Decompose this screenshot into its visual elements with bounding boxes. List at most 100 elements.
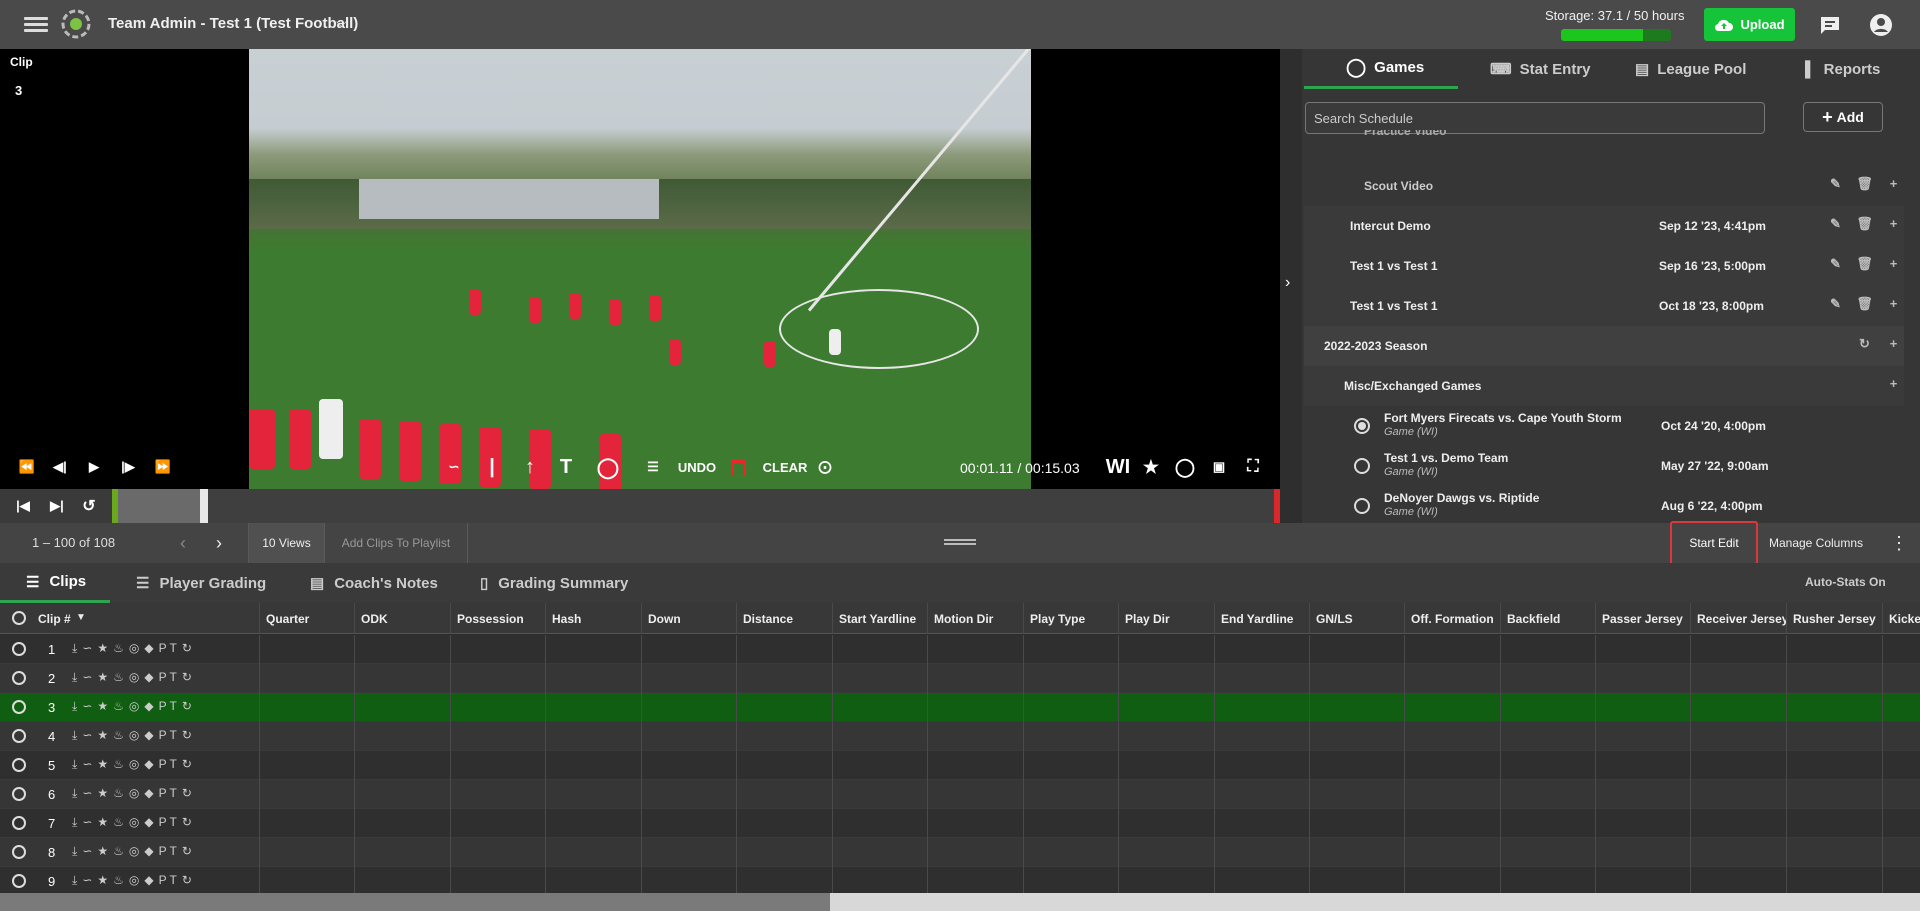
grid-cell[interactable] xyxy=(1404,635,1500,664)
star-icon[interactable]: ★ xyxy=(97,786,108,801)
grid-cell[interactable] xyxy=(1500,664,1595,693)
grid-cell[interactable] xyxy=(1309,780,1404,809)
grid-cell[interactable] xyxy=(450,809,545,838)
grid-cell[interactable] xyxy=(641,809,736,838)
grid-cell[interactable] xyxy=(545,867,641,893)
grid-cell[interactable] xyxy=(641,693,736,722)
prev-page-icon[interactable]: ‹ xyxy=(168,523,198,563)
grid-cell[interactable] xyxy=(1500,867,1595,893)
grid-cell[interactable] xyxy=(259,635,354,664)
grid-cell[interactable] xyxy=(1118,635,1214,664)
grid-cell[interactable] xyxy=(641,780,736,809)
grid-cell[interactable] xyxy=(1500,751,1595,780)
grid-cell[interactable] xyxy=(450,867,545,893)
grid-cell[interactable] xyxy=(1214,838,1309,867)
game-radio[interactable] xyxy=(1354,458,1370,474)
grid-cell[interactable] xyxy=(259,780,354,809)
timeline-window[interactable] xyxy=(118,489,200,523)
exchanged-game-row[interactable]: Fort Myers Firecats vs. Cape Youth Storm… xyxy=(1304,406,1904,446)
grid-cell[interactable] xyxy=(832,809,927,838)
star-icon[interactable]: ★ xyxy=(1138,449,1164,485)
grid-cell[interactable] xyxy=(832,693,927,722)
download-icon[interactable]: ⤓ xyxy=(72,670,77,685)
star-icon[interactable]: ★ xyxy=(97,757,108,772)
grid-cell[interactable] xyxy=(1023,809,1118,838)
grid-cell[interactable] xyxy=(1309,635,1404,664)
flame-icon[interactable]: ♨ xyxy=(113,844,124,859)
tab-reports[interactable]: ▌ Reports xyxy=(1805,49,1920,89)
grid-cell[interactable] xyxy=(545,693,641,722)
manage-columns-button[interactable]: Manage Columns xyxy=(1756,523,1876,563)
row-radio[interactable] xyxy=(12,758,26,772)
grid-cell[interactable] xyxy=(641,664,736,693)
grid-cell[interactable] xyxy=(1595,838,1690,867)
auto-stats-toggle[interactable]: Auto-Stats On xyxy=(1805,575,1886,589)
row-radio[interactable] xyxy=(12,700,26,714)
grid-cell[interactable] xyxy=(1214,867,1309,893)
column-header[interactable]: GN/LS xyxy=(1309,603,1404,634)
panel-toggle[interactable]: › xyxy=(1280,49,1302,523)
grid-cell[interactable] xyxy=(832,867,927,893)
grid-cell[interactable] xyxy=(1786,867,1882,893)
grid-cell[interactable] xyxy=(832,838,927,867)
hide-icon[interactable]: ◎ xyxy=(129,728,139,743)
schedule-row-game[interactable]: Test 1 vs Test 1 Sep 16 '23, 5:00pm ✎ 🗑 … xyxy=(1304,246,1904,286)
grid-cell[interactable] xyxy=(641,838,736,867)
add-game-button[interactable]: + Add xyxy=(1803,102,1883,132)
plus-icon[interactable]: + xyxy=(1883,336,1904,356)
grid-cell[interactable] xyxy=(927,693,1023,722)
grid-cell[interactable] xyxy=(1118,664,1214,693)
download-icon[interactable]: ⤓ xyxy=(72,815,77,830)
trim-icon[interactable]: ∽ xyxy=(82,670,92,685)
wi-button[interactable]: WI xyxy=(1100,449,1136,485)
grid-cell[interactable] xyxy=(927,809,1023,838)
download-icon[interactable]: ⤓ xyxy=(72,844,77,859)
grid-cell[interactable] xyxy=(1023,838,1118,867)
table-row[interactable]: 1 ⤓ ∽ ★ ♨ ◎ ◆ P T ↻ xyxy=(0,635,1920,664)
hide-icon[interactable]: ◎ xyxy=(129,699,139,714)
select-all-radio[interactable] xyxy=(12,611,26,625)
pt-label[interactable]: P T xyxy=(159,641,177,656)
grid-cell[interactable] xyxy=(736,751,832,780)
row-radio[interactable] xyxy=(12,671,26,685)
resize-handle[interactable] xyxy=(944,539,976,545)
grid-cell[interactable] xyxy=(1118,722,1214,751)
grid-cell[interactable] xyxy=(1404,867,1500,893)
hide-icon[interactable]: ◎ xyxy=(129,757,139,772)
tag-icon[interactable]: ◆ xyxy=(144,728,153,743)
row-radio[interactable] xyxy=(12,816,26,830)
grid-cell[interactable] xyxy=(1023,867,1118,893)
messages-icon[interactable] xyxy=(1817,12,1843,38)
star-icon[interactable]: ★ xyxy=(97,873,108,888)
grid-cell[interactable] xyxy=(1500,809,1595,838)
grid-cell[interactable] xyxy=(1118,809,1214,838)
chevron-down-icon[interactable]: ⌵ xyxy=(336,14,347,31)
pt-label[interactable]: P T xyxy=(159,728,177,743)
skip-end-icon[interactable]: ▶| xyxy=(46,489,68,523)
timeline-track[interactable] xyxy=(112,489,1280,523)
team-title[interactable]: Team Admin - Test 1 (Test Football) xyxy=(108,15,358,32)
grid-cell[interactable] xyxy=(1023,635,1118,664)
trim-icon[interactable]: ∽ xyxy=(82,699,92,714)
grid-cell[interactable] xyxy=(832,635,927,664)
trash-icon[interactable]: 🗑 xyxy=(1854,216,1875,236)
grid-cell[interactable] xyxy=(450,693,545,722)
grid-cell[interactable] xyxy=(736,809,832,838)
grid-cell[interactable] xyxy=(1595,751,1690,780)
download-icon[interactable]: ⤓ xyxy=(72,873,77,888)
column-header[interactable]: Backfield xyxy=(1500,603,1595,634)
rewind-icon[interactable]: ⏪ xyxy=(14,449,40,485)
grid-cell[interactable] xyxy=(1786,635,1882,664)
schedule-row-game[interactable]: Intercut Demo Sep 12 '23, 4:41pm ✎ 🗑 + xyxy=(1304,206,1904,246)
download-icon[interactable]: ⤓ xyxy=(72,786,77,801)
column-header[interactable]: Down xyxy=(641,603,736,634)
game-radio[interactable] xyxy=(1354,498,1370,514)
plus-icon[interactable]: + xyxy=(1883,376,1904,396)
grid-cell[interactable] xyxy=(1882,838,1920,867)
grid-cell[interactable] xyxy=(1404,664,1500,693)
tab-coaches-notes[interactable]: ▤ Coach's Notes xyxy=(310,563,460,603)
undo-button[interactable]: UNDO xyxy=(678,449,716,485)
tag-icon[interactable]: ◆ xyxy=(144,641,153,656)
column-header[interactable]: Off. Formation xyxy=(1404,603,1500,634)
refresh-icon[interactable]: ↻ xyxy=(182,873,192,888)
